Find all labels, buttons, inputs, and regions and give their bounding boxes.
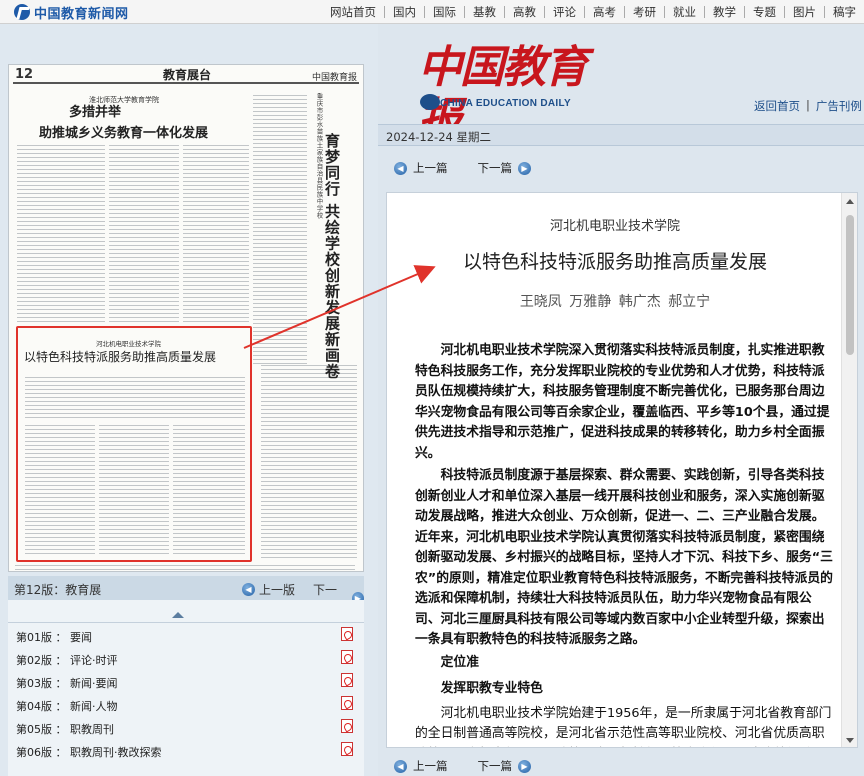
article-authors: 王晓凤 万雅静 韩广杰 郝立宁 <box>519 294 711 310</box>
thumbnail-text-block <box>109 145 179 325</box>
edition-label[interactable]: 第04版 ： 新闻·人物 <box>16 698 118 714</box>
arrow-right-icon[interactable]: ▶ <box>518 759 531 773</box>
thumbnail-brand: 中国教育报 <box>311 73 357 83</box>
article-paragraph: 河北机电职业技术学院深入贯彻落实科技特派员制度，扎实推进职教特色科技服务工作，充… <box>415 343 830 461</box>
edition-list-item[interactable]: 第06版 ： 职教周刊·教改探索 <box>16 740 356 760</box>
article-scrollbar[interactable] <box>841 193 857 747</box>
ad-rates-link[interactable]: 广告刊例 <box>816 98 862 114</box>
article-paragraph: 河北机电职业技术学院始建于1956年，是一所隶属于河北省教育部门的全日制普通高等… <box>415 705 832 748</box>
next-article-link[interactable]: 下一篇 <box>478 160 513 176</box>
arrow-left-icon[interactable]: ◀ <box>394 161 407 175</box>
current-edition: 第12版：教育展 <box>14 583 102 597</box>
thumbnail-text-block <box>15 565 355 571</box>
next-article-link[interactable]: 下一篇 <box>478 758 513 774</box>
prev-edition-label: 上一版 <box>259 583 296 597</box>
article-subheading: 定位准 <box>440 654 479 670</box>
nav-item-domestic[interactable]: 国内 <box>384 6 424 18</box>
article-subheading: 发挥职教专业特色 <box>440 681 543 696</box>
nav-item-basic-edu[interactable]: 基教 <box>464 6 504 18</box>
logo-icon <box>14 4 30 20</box>
link-separator: | <box>806 98 810 112</box>
thumbnail-text-block <box>17 145 105 325</box>
home-link[interactable]: 返回首页 <box>754 98 800 114</box>
pdf-icon[interactable] <box>341 742 353 756</box>
nav-item-jobs[interactable]: 就业 <box>664 6 704 18</box>
nav-item-higher-edu[interactable]: 高教 <box>504 6 544 18</box>
pdf-icon[interactable] <box>341 696 353 710</box>
main-nav: 网站首页 国内 国际 基教 高教 评论 高考 考研 就业 教学 专题 图片 稿字 <box>322 0 864 24</box>
edition-list-item[interactable]: 第01版 ： 要闻 <box>16 625 356 645</box>
thumbnail-page-number: 12 <box>15 67 34 82</box>
thumbnail-text-block <box>183 145 249 325</box>
nav-item-images[interactable]: 图片 <box>784 6 824 18</box>
scroll-up-arrow-icon[interactable] <box>172 612 184 618</box>
edition-list-item[interactable]: 第02版 ： 评论·时评 <box>16 648 356 668</box>
article-body: 河北机电职业技术学院深入贯彻落实科技特派员制度，扎实推进职教特色科技服务工作，充… <box>415 341 835 748</box>
edition-list-item[interactable]: 第04版 ： 新闻·人物 <box>16 694 356 714</box>
edition-label[interactable]: 第05版 ： 职教周刊 <box>16 721 114 737</box>
scroll-up-icon[interactable] <box>846 199 854 204</box>
article-source: 河北机电职业技术学院 <box>549 219 680 234</box>
masthead: 中国教育报 CHINA EDUCATION DAILY <box>412 40 612 145</box>
prev-article-link[interactable]: 上一篇 <box>413 758 448 774</box>
article-panel: 河北机电职业技术学院 以特色科技特派服务助推高质量发展 王晓凤 万雅静 韩广杰 … <box>386 192 858 748</box>
thumbnail-header: 12 教育展台 中国教育报 <box>13 68 359 84</box>
pdf-icon[interactable] <box>341 627 353 641</box>
arrow-left-icon: ◀ <box>242 583 255 596</box>
highlight-source: 河北机电职业技术学院 <box>96 340 161 348</box>
nav-item-international[interactable]: 国际 <box>424 6 464 18</box>
article-pager-top: ◀ 上一篇 下一篇 ▶ <box>394 160 531 176</box>
thumbnail-top-headline-2: 助推城乡义务教育一体化发展 <box>39 126 209 141</box>
thumbnail-text-block <box>253 95 307 365</box>
scrollbar-thumb[interactable] <box>846 215 854 355</box>
site-logo-text: 中国教育新闻网 <box>34 6 129 22</box>
edition-label[interactable]: 第02版 ： 评论·时评 <box>16 652 118 668</box>
thumbnail-text-block <box>261 365 357 561</box>
nav-item-teaching[interactable]: 教学 <box>704 6 744 18</box>
top-nav-bar: 中国教育新闻网 网站首页 国内 国际 基教 高教 评论 高考 考研 就业 教学 … <box>0 0 864 24</box>
site-logo[interactable]: 中国教育新闻网 <box>14 3 129 22</box>
thumbnail-top-headline-1: 多措并举 <box>69 105 122 120</box>
prev-article-link[interactable]: 上一篇 <box>413 160 448 176</box>
globe-icon <box>420 94 440 110</box>
article-paragraph: 科技特派员制度源于基层探索、群众需要、实践创新，引导各类科技创新创业人才和单位深… <box>415 468 833 647</box>
arrow-right-icon[interactable]: ▶ <box>518 161 531 175</box>
masthead-links: 返回首页 | 广告刊例 <box>754 98 862 114</box>
edition-bar: 第12版：教育展 ◀ 上一版 下一版 ▶ <box>8 576 364 614</box>
nav-item-comment[interactable]: 评论 <box>544 6 584 18</box>
article-title: 以特色科技特派服务助推高质量发展 <box>462 251 767 273</box>
nav-item-submit[interactable]: 稿字 <box>824 6 864 18</box>
highlight-title[interactable]: 以特色科技特派服务助推高质量发展 <box>24 348 246 365</box>
edition-list-item[interactable]: 第05版 ： 职教周刊 <box>16 717 356 737</box>
thumbnail-top-source: 淮北师范大学教育学院 <box>89 96 159 104</box>
edition-label[interactable]: 第01版 ： 要闻 <box>16 629 92 645</box>
article-pager-bottom: ◀ 上一篇 下一篇 ▶ <box>394 758 531 774</box>
newspaper-page-thumbnail[interactable]: 12 教育展台 中国教育报 淮北师范大学教育学院 多措并举 助推城乡义务教育一体… <box>8 64 364 572</box>
issue-date: 2024-12-24 星期二 <box>386 130 491 144</box>
thumbnail-vertical-headline: 育梦同行 共绘学校创新发展新画卷 <box>323 133 341 380</box>
prev-edition-button[interactable]: ◀ 上一版 <box>242 581 295 598</box>
edition-label[interactable]: 第03版 ： 新闻·要闻 <box>16 675 118 691</box>
nav-item-kaoyan[interactable]: 考研 <box>624 6 664 18</box>
pdf-icon[interactable] <box>341 650 353 664</box>
edition-list-item[interactable]: 第03版 ： 新闻·要闻 <box>16 671 356 691</box>
pdf-icon[interactable] <box>341 719 353 733</box>
edition-label[interactable]: 第06版 ： 职教周刊·教改探索 <box>16 744 162 760</box>
arrow-left-icon[interactable]: ◀ <box>394 759 407 773</box>
scroll-down-icon[interactable] <box>846 738 854 743</box>
masthead-english: CHINA EDUCATION DAILY <box>440 98 571 109</box>
list-divider <box>8 622 364 623</box>
pdf-icon[interactable] <box>341 673 353 687</box>
article-content: 河北机电职业技术学院 以特色科技特派服务助推高质量发展 王晓凤 万雅静 韩广杰 … <box>387 193 843 748</box>
nav-item-home[interactable]: 网站首页 <box>322 6 384 18</box>
nav-item-topics[interactable]: 专题 <box>744 6 784 18</box>
thumbnail-section: 教育展台 <box>163 68 212 82</box>
nav-item-gaokao[interactable]: 高考 <box>584 6 624 18</box>
